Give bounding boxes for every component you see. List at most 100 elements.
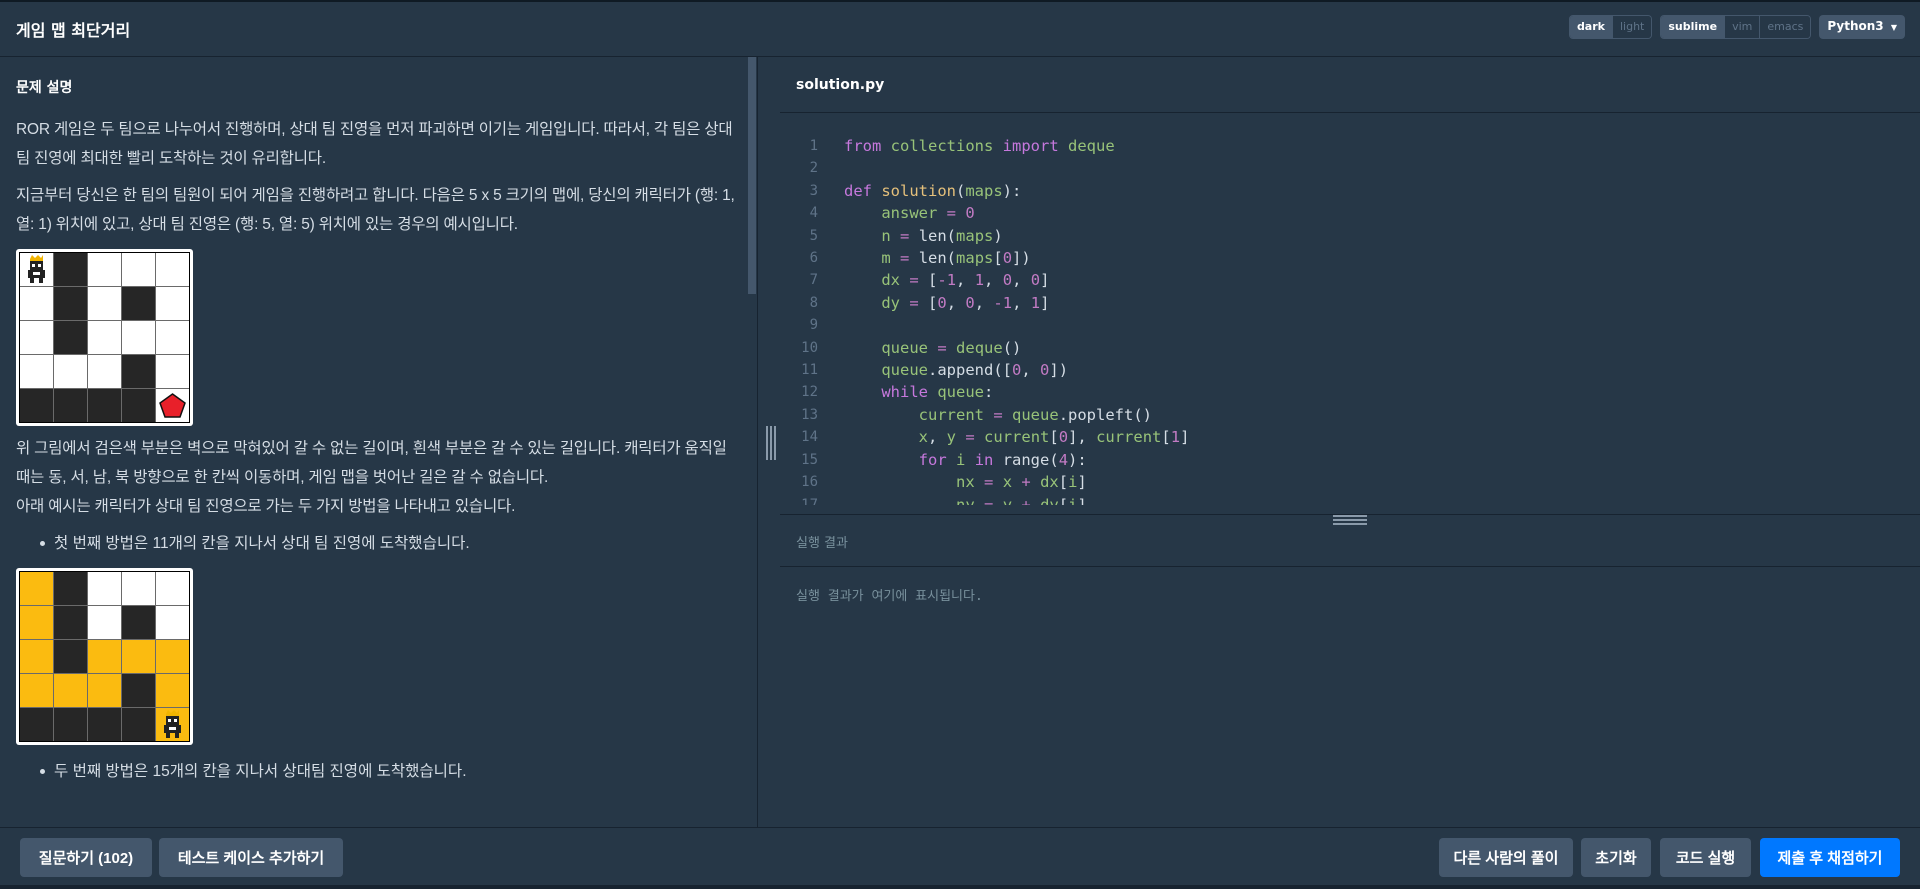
others-solution-button[interactable]: 다른 사람의 풀이 bbox=[1439, 838, 1573, 877]
description-heading: 문제 설명 bbox=[16, 80, 73, 96]
keymap-emacs-option[interactable]: emacs bbox=[1759, 16, 1811, 38]
code-line: 5 n = len(maps) bbox=[809, 226, 1003, 245]
map-grid bbox=[19, 571, 190, 742]
run-code-button[interactable]: 코드 실행 bbox=[1660, 838, 1751, 877]
description-paragraph: 위 그림에서 검은색 부분은 벽으로 막혀있어 갈 수 없는 길이며, 흰색 부… bbox=[16, 440, 727, 486]
map-cell-wall bbox=[20, 708, 53, 741]
map-cell-open bbox=[156, 321, 189, 354]
keymap-sublime-option[interactable]: sublime bbox=[1661, 16, 1725, 38]
map-cell-wall bbox=[122, 287, 155, 320]
map-cell-open bbox=[156, 287, 189, 320]
map-cell-open bbox=[20, 287, 53, 320]
list-item: 첫 번째 방법은 11개의 칸을 지나서 상대 팀 진영에 도착했습니다. bbox=[40, 529, 741, 558]
method1-map-image bbox=[16, 568, 193, 745]
map-cell-wall bbox=[54, 253, 87, 286]
map-cell-path bbox=[20, 572, 53, 605]
description-scrollbar[interactable] bbox=[748, 57, 756, 294]
map-cell-wall bbox=[122, 708, 155, 741]
language-label: Python3 bbox=[1827, 19, 1884, 33]
problem-description[interactable]: 문제 설명 ROR 게임은 두 팀으로 나누어서 진행하며, 상대 팀 진영을 … bbox=[0, 57, 758, 827]
description-paragraph: ROR 게임은 두 팀으로 나누어서 진행하며, 상대 팀 진영을 먼저 파괴하… bbox=[16, 121, 733, 167]
map-cell-path bbox=[122, 640, 155, 673]
keymap-vim-option[interactable]: vim bbox=[1724, 16, 1760, 38]
code-line: 7 dx = [-1, 1, 0, 0] bbox=[809, 271, 1050, 290]
method-list: 두 번째 방법은 15개의 칸을 지나서 상대팀 진영에 도착했습니다. bbox=[40, 757, 741, 786]
map-cell-path bbox=[88, 674, 121, 707]
map-cell-open bbox=[88, 355, 121, 388]
code-line: 6 m = len(maps[0]) bbox=[809, 249, 1031, 268]
map-cell-path bbox=[54, 674, 87, 707]
reset-button[interactable]: 초기화 bbox=[1581, 838, 1651, 877]
map-cell-open bbox=[88, 606, 121, 639]
description-paragraph: 지금부터 당신은 한 팀의 팀원이 되어 게임을 진행하려고 합니다. 다음은 … bbox=[16, 187, 735, 233]
ask-question-button[interactable]: 질문하기 (102) bbox=[20, 838, 152, 877]
result-heading: 실행 결과 bbox=[796, 535, 848, 551]
vertical-resize-handle[interactable] bbox=[762, 426, 778, 460]
map-cell-wall bbox=[88, 708, 121, 741]
keymap-toggle: sublime vim emacs bbox=[1660, 15, 1812, 39]
submit-button[interactable]: 제출 후 채점하기 bbox=[1760, 838, 1900, 877]
example-map-image bbox=[16, 249, 193, 426]
file-tab: solution.py bbox=[780, 57, 1920, 113]
code-line: 1 from collections import deque bbox=[809, 137, 1115, 155]
code-editor-panel: solution.py 1 from collections import deq… bbox=[780, 57, 1920, 514]
language-select[interactable]: Python3 ▼ bbox=[1819, 15, 1905, 39]
code-line: 16 nx = x + dx[i] bbox=[801, 473, 1087, 492]
map-cell-open bbox=[20, 321, 53, 354]
result-placeholder: 실행 결과가 여기에 표시됩니다. bbox=[796, 589, 983, 604]
code-line: 11 queue.append([0, 0]) bbox=[801, 361, 1069, 380]
code-line: 3 def solution(maps): bbox=[809, 181, 1022, 200]
map-cell-open bbox=[156, 606, 189, 639]
code-line: 8 dy = [0, 0, -1, 1] bbox=[809, 293, 1050, 312]
code-line: 9 bbox=[809, 317, 818, 334]
page-title: 게임 맵 최단거리 bbox=[16, 21, 131, 40]
editor-settings: dark light sublime vim emacs Python3 ▼ bbox=[1568, 15, 1905, 39]
map-cell-wall bbox=[88, 389, 121, 422]
map-cell-wall bbox=[122, 389, 155, 422]
map-cell-path bbox=[156, 674, 189, 707]
map-cell-wall bbox=[54, 606, 87, 639]
description-paragraph: 아래 예시는 캐릭터가 상대 팀 진영으로 가는 두 가지 방법을 나타내고 있… bbox=[16, 498, 516, 515]
map-cell-wall bbox=[122, 606, 155, 639]
code-line: 12 while queue: bbox=[801, 383, 994, 402]
map-cell-open bbox=[88, 287, 121, 320]
map-cell-open bbox=[20, 355, 53, 388]
map-cell-wall bbox=[20, 389, 53, 422]
map-cell-wall bbox=[122, 355, 155, 388]
add-testcase-button[interactable]: 테스트 케이스 추가하기 bbox=[159, 838, 343, 877]
method-list: 첫 번째 방법은 11개의 칸을 지나서 상대 팀 진영에 도착했습니다. bbox=[40, 529, 741, 558]
map-cell-path bbox=[20, 674, 53, 707]
map-cell-wall bbox=[54, 708, 87, 741]
code-line: 4 answer = 0 bbox=[809, 204, 975, 223]
code-line: 10 queue = deque() bbox=[801, 338, 1022, 357]
map-cell-open bbox=[88, 321, 121, 354]
map-cell-path bbox=[20, 640, 53, 673]
map-cell-open bbox=[54, 355, 87, 388]
file-name: solution.py bbox=[796, 76, 885, 93]
map-cell-wall bbox=[122, 674, 155, 707]
code-line: 15 for i in range(4): bbox=[801, 450, 1087, 469]
map-cell-character bbox=[20, 253, 53, 286]
map-cell-path bbox=[20, 606, 53, 639]
top-bar: 게임 맵 최단거리 dark light sublime vim emacs P… bbox=[0, 0, 1920, 57]
list-item: 두 번째 방법은 15개의 칸을 지나서 상대팀 진영에 도착했습니다. bbox=[40, 757, 741, 786]
map-cell-open bbox=[122, 572, 155, 605]
map-cell-wall bbox=[54, 389, 87, 422]
map-cell-open bbox=[156, 355, 189, 388]
caret-down-icon: ▼ bbox=[1890, 23, 1897, 32]
map-cell-path bbox=[88, 640, 121, 673]
code-line: 2 bbox=[809, 160, 818, 177]
code-editor[interactable]: 1 from collections import deque 2 3 def so… bbox=[780, 113, 1920, 505]
map-cell-open bbox=[156, 253, 189, 286]
theme-toggle: dark light bbox=[1568, 15, 1653, 39]
map-cell-open bbox=[88, 253, 121, 286]
map-cell-wall bbox=[54, 321, 87, 354]
theme-light-option[interactable]: light bbox=[1611, 16, 1652, 38]
theme-dark-option[interactable]: dark bbox=[1569, 16, 1612, 38]
map-cell-character bbox=[156, 708, 189, 741]
map-cell-enemy-base bbox=[156, 389, 189, 422]
code-line: 13 current = queue.popleft() bbox=[801, 405, 1153, 424]
map-cell-open bbox=[122, 321, 155, 354]
map-cell-wall bbox=[54, 287, 87, 320]
map-cell-wall bbox=[54, 572, 87, 605]
